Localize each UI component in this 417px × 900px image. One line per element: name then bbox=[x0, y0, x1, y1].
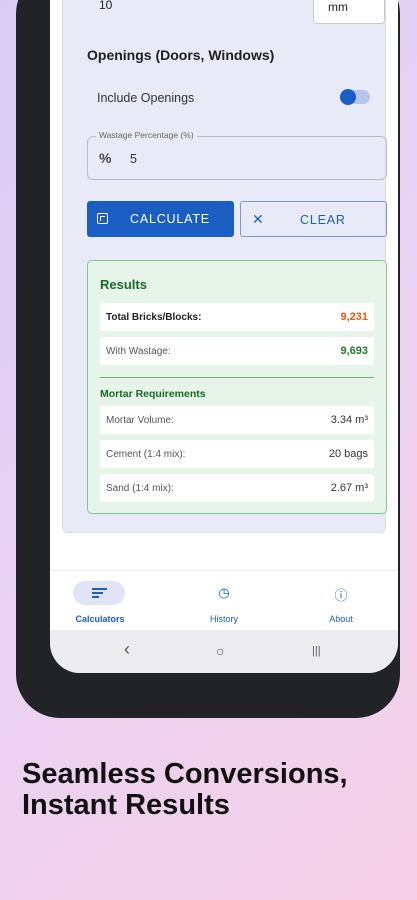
mortar-volume-value: 3.34 m³ bbox=[330, 414, 368, 426]
results-divider bbox=[100, 377, 374, 378]
mortar-volume-label: Mortar Volume: bbox=[106, 415, 174, 426]
app-screen: 10 mm Openings (Doors, Windows) Include … bbox=[50, 0, 398, 673]
with-wastage-label: With Wastage: bbox=[106, 346, 171, 357]
cement-row: Cement (1:4 mix): 20 bags bbox=[100, 440, 374, 468]
results-panel: Results Total Bricks/Blocks: 9,231 With … bbox=[87, 260, 387, 514]
back-icon[interactable]: ‹ bbox=[124, 639, 130, 660]
bottom-navigation: Calculators ◷ History ⓘ About bbox=[50, 570, 398, 630]
percent-icon: % bbox=[99, 150, 112, 166]
clear-button[interactable]: ✕ CLEAR bbox=[240, 201, 387, 237]
sand-label: Sand (1:4 mix): bbox=[106, 483, 174, 494]
with-wastage-row: With Wastage: 9,693 bbox=[100, 337, 374, 365]
nav-history[interactable]: ◷ History bbox=[174, 571, 274, 631]
include-openings-toggle[interactable] bbox=[340, 89, 370, 105]
nav-calculators[interactable]: Calculators bbox=[50, 571, 150, 631]
unit-select[interactable]: mm bbox=[313, 0, 385, 24]
home-icon[interactable]: ○ bbox=[216, 643, 224, 659]
recents-icon[interactable]: ||| bbox=[312, 645, 321, 657]
results-title: Results bbox=[100, 277, 147, 292]
with-wastage-value: 9,693 bbox=[340, 345, 368, 357]
calculate-button[interactable]: CALCULATE bbox=[87, 201, 234, 237]
cement-value: 20 bags bbox=[328, 448, 368, 460]
calculators-icon bbox=[92, 588, 107, 598]
nav-history-label: History bbox=[209, 614, 238, 624]
cement-label: Cement (1:4 mix): bbox=[106, 449, 186, 460]
promo-headline: Seamless Conversions, Instant Results bbox=[22, 758, 348, 821]
wastage-percentage-label: Wastage Percentage (%) bbox=[96, 130, 197, 140]
system-navigation-bar: ‹ ○ ||| bbox=[50, 630, 398, 673]
calculator-card: 10 mm Openings (Doors, Windows) Include … bbox=[62, 0, 387, 533]
total-bricks-value: 9,231 bbox=[340, 311, 368, 323]
clear-button-label: CLEAR bbox=[300, 213, 346, 227]
dimension-input-value[interactable]: 10 bbox=[99, 0, 112, 12]
nav-about-label: About bbox=[329, 614, 353, 624]
total-bricks-label: Total Bricks/Blocks: bbox=[106, 312, 202, 323]
mortar-volume-row: Mortar Volume: 3.34 m³ bbox=[100, 406, 374, 434]
info-icon: ⓘ bbox=[334, 588, 348, 603]
openings-section-title: Openings (Doors, Windows) bbox=[87, 47, 275, 63]
wastage-percentage-value[interactable]: 5 bbox=[130, 152, 137, 166]
nav-calculators-label: Calculators bbox=[75, 614, 125, 624]
wastage-percentage-field[interactable]: Wastage Percentage (%) % 5 bbox=[87, 130, 387, 180]
calculator-icon bbox=[97, 213, 108, 224]
sand-row: Sand (1:4 mix): 2.67 m³ bbox=[100, 474, 374, 502]
history-icon: ◷ bbox=[218, 585, 230, 600]
sand-value: 2.67 m³ bbox=[330, 482, 368, 494]
nav-about[interactable]: ⓘ About bbox=[291, 571, 391, 631]
toggle-knob bbox=[340, 89, 356, 105]
calculate-button-label: CALCULATE bbox=[130, 212, 210, 226]
phone-frame: 10 mm Openings (Doors, Windows) Include … bbox=[16, 0, 400, 718]
close-icon: ✕ bbox=[252, 211, 265, 227]
mortar-requirements-title: Mortar Requirements bbox=[100, 388, 206, 400]
total-bricks-row: Total Bricks/Blocks: 9,231 bbox=[100, 303, 374, 331]
include-openings-label: Include Openings bbox=[97, 91, 195, 105]
